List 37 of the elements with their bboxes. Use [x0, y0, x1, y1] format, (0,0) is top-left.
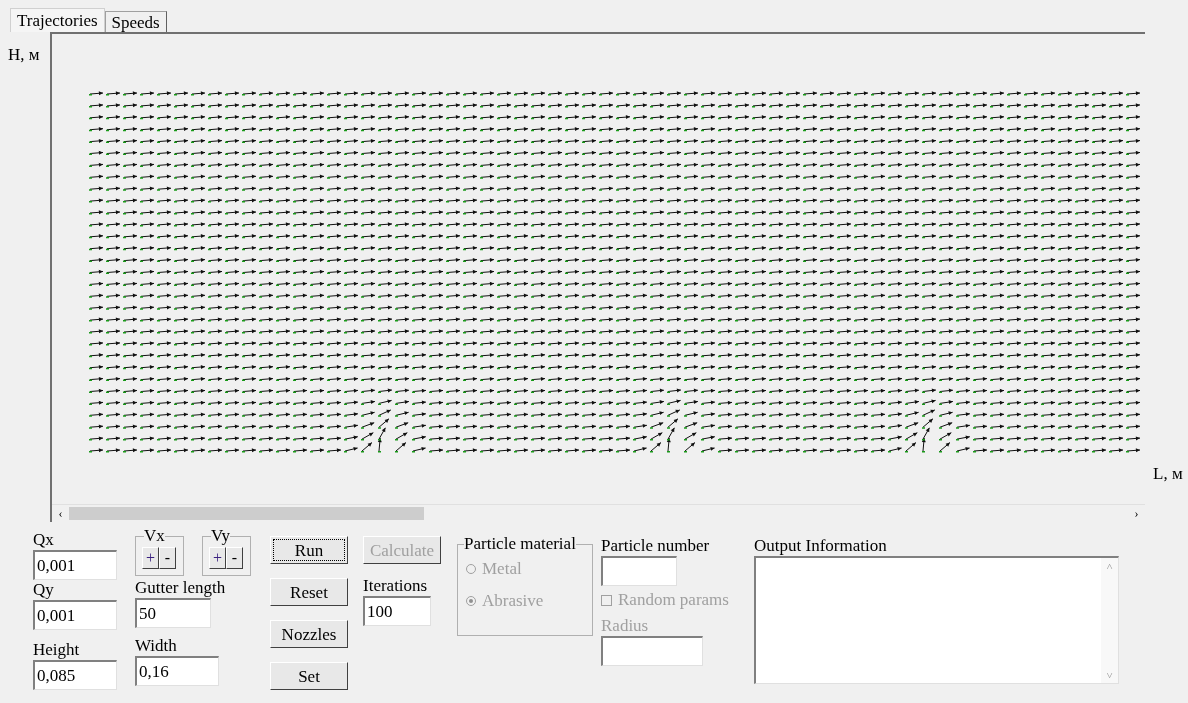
field-label: Qx — [33, 530, 55, 550]
field-label: Width — [135, 636, 178, 656]
input-field[interactable]: 100 — [363, 596, 431, 626]
field-label: Height — [33, 640, 81, 660]
scroll-thumb[interactable] — [69, 506, 424, 520]
field-label: Output Information — [754, 536, 888, 556]
input-field[interactable] — [601, 636, 703, 666]
scroll-left-icon[interactable]: ‹ — [52, 507, 69, 519]
plus-button[interactable]: + — [142, 547, 159, 569]
action-button[interactable]: Set — [270, 662, 348, 690]
action-button[interactable]: Reset — [270, 578, 348, 606]
action-button[interactable]: Run — [270, 536, 348, 564]
field-label: Gutter length — [135, 578, 227, 598]
minus-button[interactable]: - — [159, 547, 176, 569]
checkbox-label: Random params — [618, 590, 729, 610]
action-button[interactable]: Nozzles — [270, 620, 348, 648]
axis-label: L, м — [1153, 462, 1184, 485]
input-field[interactable]: 0,16 — [135, 656, 219, 686]
minus-button[interactable]: - — [226, 547, 243, 569]
tab[interactable]: Speeds — [104, 11, 167, 32]
input-field[interactable]: 50 — [135, 598, 211, 628]
axis-label: H, м — [8, 45, 40, 64]
plus-button[interactable]: + — [209, 547, 226, 569]
radio-label: Abrasive — [482, 591, 544, 611]
group-label: Vy — [211, 527, 230, 545]
field-label: Particle number — [601, 536, 711, 556]
input-field[interactable]: 0,001 — [33, 550, 117, 580]
field-label: Iterations — [363, 576, 429, 596]
radio-label: Metal — [482, 559, 522, 579]
tab[interactable]: Trajectories — [10, 8, 105, 32]
field-label: Radius — [601, 616, 650, 636]
input-field[interactable] — [601, 556, 677, 586]
scroll-right-icon[interactable]: › — [1128, 507, 1145, 519]
input-field[interactable]: 0,001 — [33, 600, 117, 630]
horizontal-scrollbar[interactable]: ‹ › — [52, 504, 1145, 521]
input-field[interactable]: 0,085 — [33, 660, 117, 690]
field-label: Qy — [33, 580, 55, 600]
